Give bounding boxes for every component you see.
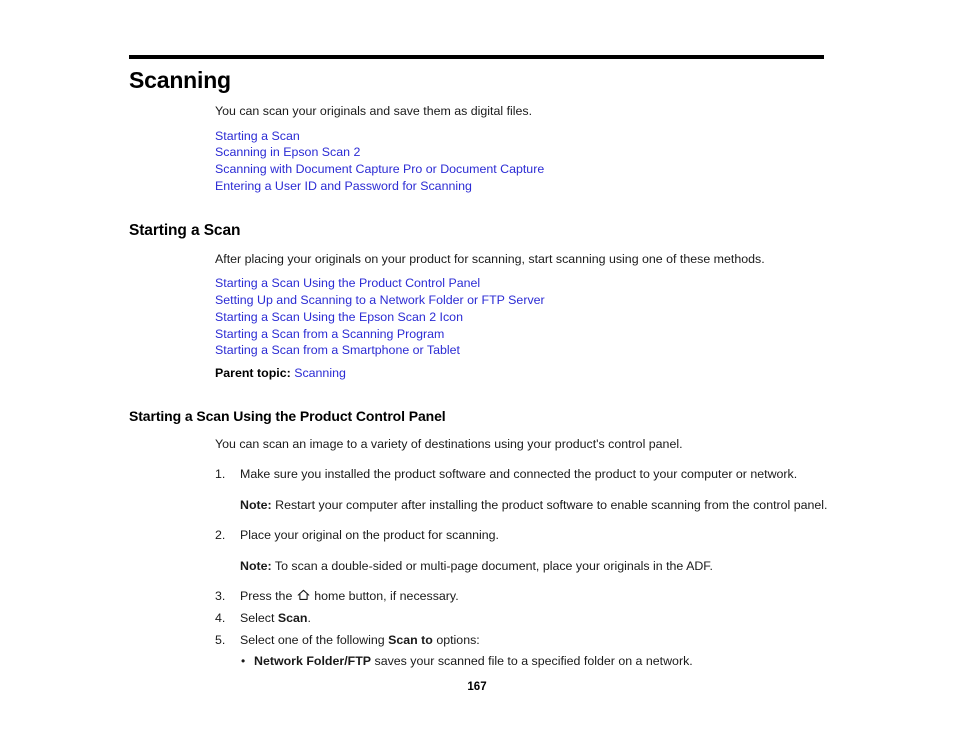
chapter-body: You can scan your originals and save the… xyxy=(215,104,829,195)
step-item-5: 5. Select one of the following Scan to o… xyxy=(215,633,829,670)
link-starting-scan-control-panel[interactable]: Starting a Scan Using the Product Contro… xyxy=(215,275,829,292)
section-heading-starting-a-scan: Starting a Scan xyxy=(129,221,241,239)
document-page: Scanning You can scan your originals and… xyxy=(0,0,954,738)
toc-link-starting-a-scan[interactable]: Starting a Scan xyxy=(215,128,829,145)
chapter-rule xyxy=(129,55,824,59)
note-label: Note: xyxy=(240,559,272,574)
subsection-body: You can scan an image to a variety of de… xyxy=(215,437,829,670)
section-link-list: Starting a Scan Using the Product Contro… xyxy=(215,275,829,359)
toc-link-scanning-in-epson-scan-2[interactable]: Scanning in Epson Scan 2 xyxy=(215,144,829,161)
page-number: 167 xyxy=(467,681,487,693)
step-note: Note: Restart your computer after instal… xyxy=(240,498,829,514)
bullet-dot-icon: • xyxy=(241,653,246,668)
option-bold-network-folder-ftp: Network Folder/FTP xyxy=(254,654,372,669)
step-item-4: 4. Select Scan. xyxy=(215,611,829,627)
section-intro-paragraph: After placing your originals on your pro… xyxy=(215,251,765,266)
link-starting-scan-epson-scan-2-icon[interactable]: Starting a Scan Using the Epson Scan 2 I… xyxy=(215,309,829,326)
option-text: saves your scanned file to a specified f… xyxy=(374,654,693,669)
chapter-toc-list: Starting a Scan Scanning in Epson Scan 2… xyxy=(215,128,829,195)
step-number: 5. xyxy=(215,632,226,647)
step-text-after-bold: options: xyxy=(436,632,480,647)
note-text: To scan a double-sided or multi-page doc… xyxy=(274,559,713,574)
subsection-intro-paragraph: You can scan an image to a variety of de… xyxy=(215,437,683,452)
link-starting-scan-scanning-program[interactable]: Starting a Scan from a Scanning Program xyxy=(215,326,829,343)
subsection-heading-control-panel: Starting a Scan Using the Product Contro… xyxy=(129,408,446,425)
scan-to-options-list: • Network Folder/FTP saves your scanned … xyxy=(240,654,829,670)
note-label: Note: xyxy=(240,498,272,513)
step-text-after-bold: . xyxy=(307,611,311,626)
toc-link-entering-user-id-password[interactable]: Entering a User ID and Password for Scan… xyxy=(215,178,829,195)
step-number: 3. xyxy=(215,588,226,603)
chapter-intro-paragraph: You can scan your originals and save the… xyxy=(215,104,533,118)
step-item-3: 3. Press the home button, if necessary. xyxy=(215,589,829,606)
step-bold-term-scan-to: Scan to xyxy=(388,632,433,647)
step-number: 1. xyxy=(215,466,226,481)
section-body: After placing your originals on your pro… xyxy=(215,252,829,381)
step-number: 2. xyxy=(215,527,226,542)
step-text-before-icon: Press the xyxy=(240,588,293,603)
home-icon xyxy=(297,589,310,606)
page-title: Scanning xyxy=(129,67,231,93)
parent-topic-link-scanning[interactable]: Scanning xyxy=(294,366,346,380)
step-text-before-bold: Select xyxy=(240,611,275,626)
step-bold-term-scan: Scan xyxy=(277,611,308,626)
step-text: Make sure you installed the product soft… xyxy=(240,466,798,481)
step-number: 4. xyxy=(215,611,226,626)
toc-link-scanning-with-document-capture[interactable]: Scanning with Document Capture Pro or Do… xyxy=(215,161,829,178)
parent-topic-label: Parent topic: xyxy=(215,366,291,381)
link-setting-up-network-folder-ftp[interactable]: Setting Up and Scanning to a Network Fol… xyxy=(215,292,829,309)
steps-list: 1. Make sure you installed the product s… xyxy=(215,467,829,670)
step-note: Note: To scan a double-sided or multi-pa… xyxy=(240,559,829,575)
step-item-1: 1. Make sure you installed the product s… xyxy=(215,467,829,514)
page-content: Scanning You can scan your originals and… xyxy=(129,66,829,670)
link-starting-scan-smartphone-tablet[interactable]: Starting a Scan from a Smartphone or Tab… xyxy=(215,342,829,359)
list-item: • Network Folder/FTP saves your scanned … xyxy=(240,654,829,670)
step-item-2: 2. Place your original on the product fo… xyxy=(215,528,829,575)
step-text-after-icon: home button, if necessary. xyxy=(314,588,459,603)
step-text-before-bold: Select one of the following xyxy=(240,632,385,647)
step-text: Place your original on the product for s… xyxy=(240,527,499,542)
parent-topic: Parent topic: Scanning xyxy=(215,365,829,381)
note-text: Restart your computer after installing t… xyxy=(275,498,828,513)
